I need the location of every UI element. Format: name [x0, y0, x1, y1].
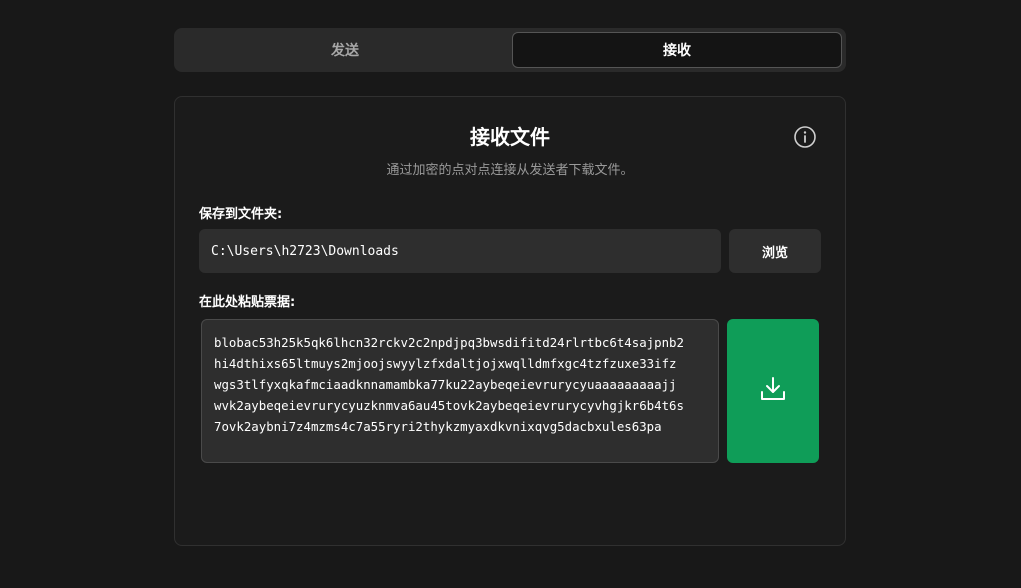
mode-tabs: 发送 接收 — [174, 28, 846, 72]
page-subtitle: 通过加密的点对点连接从发送者下载文件。 — [386, 163, 634, 178]
folder-label: 保存到文件夹: — [199, 207, 283, 222]
ticket-label: 在此处粘贴票据: — [199, 295, 296, 310]
browse-button[interactable]: 浏览 — [729, 229, 821, 273]
download-button[interactable] — [727, 319, 819, 463]
receive-card: 接收文件 通过加密的点对点连接从发送者下载文件。 保存到文件夹: C:\User… — [174, 96, 846, 546]
info-icon[interactable] — [793, 125, 817, 149]
tab-receive[interactable]: 接收 — [512, 32, 842, 68]
download-icon — [758, 374, 788, 408]
folder-path-input[interactable]: C:\Users\h2723\Downloads — [199, 229, 721, 273]
page-title: 接收文件 — [470, 125, 550, 149]
tab-send[interactable]: 发送 — [180, 32, 510, 68]
ticket-textarea[interactable]: blobac53h25k5qk6lhcn32rckv2c2npdjpq3bwsd… — [201, 319, 719, 463]
